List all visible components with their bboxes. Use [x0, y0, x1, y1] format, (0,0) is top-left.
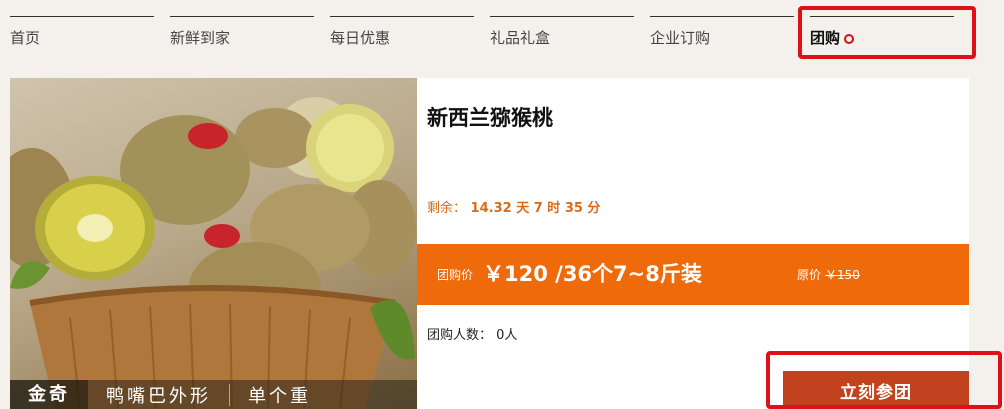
- countdown-label: 剩余：: [427, 201, 467, 216]
- kiwi-basket-illustration: [10, 104, 416, 409]
- join-group-button[interactable]: 立刻参团: [783, 371, 969, 409]
- countdown-value: 14.32 天 7 时 35 分: [470, 201, 601, 216]
- product-image: 金奇 鸭嘴巴外形 单个重: [10, 78, 417, 409]
- top-nav: 首页 新鲜到家 每日优惠 礼品礼盒 企业订购 团购: [0, 0, 1004, 60]
- nav-item-gift-boxes[interactable]: 礼品礼盒: [490, 16, 634, 50]
- caption-weight: 单个重: [248, 385, 311, 407]
- nav-item-label: 礼品礼盒: [490, 29, 551, 47]
- group-price-value: ￥120 /36个7~8斤装: [483, 262, 702, 286]
- nav-item-label: 新鲜到家: [170, 29, 231, 47]
- participant-value: 0人: [496, 328, 518, 343]
- nav-item-label: 团购: [810, 29, 841, 47]
- caption-shape: 鸭嘴巴外形: [106, 385, 211, 407]
- nav-item-label: 首页: [10, 29, 41, 47]
- nav-item-label: 企业订购: [650, 29, 711, 47]
- caption-variety: 金奇: [10, 380, 88, 409]
- nav-item-fresh-delivery[interactable]: 新鲜到家: [170, 16, 314, 50]
- participant-count: 团购人数： 0人: [427, 324, 517, 343]
- nav-item-home[interactable]: 首页: [10, 16, 154, 50]
- original-price-value: ￥150: [825, 268, 860, 282]
- active-dot-icon: [844, 33, 855, 44]
- nav-item-group-buy[interactable]: 团购: [810, 16, 954, 50]
- nav-item-corporate-order[interactable]: 企业订购: [650, 16, 794, 50]
- original-price-label: 原价: [797, 268, 822, 282]
- countdown: 剩余： 14.32 天 7 时 35 分: [427, 197, 600, 216]
- product-info-panel: 新西兰猕猴桃 剩余： 14.32 天 7 时 35 分 团购价 ￥120 /36…: [417, 78, 969, 409]
- group-price-label: 团购价: [437, 268, 474, 282]
- nav-item-label: 每日优惠: [330, 29, 391, 47]
- participant-label: 团购人数：: [427, 328, 493, 343]
- product-title: 新西兰猕猴桃: [427, 106, 553, 130]
- image-caption-bar: 金奇 鸭嘴巴外形 单个重: [10, 380, 417, 409]
- price-bar: 团购价 ￥120 /36个7~8斤装 原价 ￥150: [417, 244, 969, 305]
- nav-item-daily-deals[interactable]: 每日优惠: [330, 16, 474, 50]
